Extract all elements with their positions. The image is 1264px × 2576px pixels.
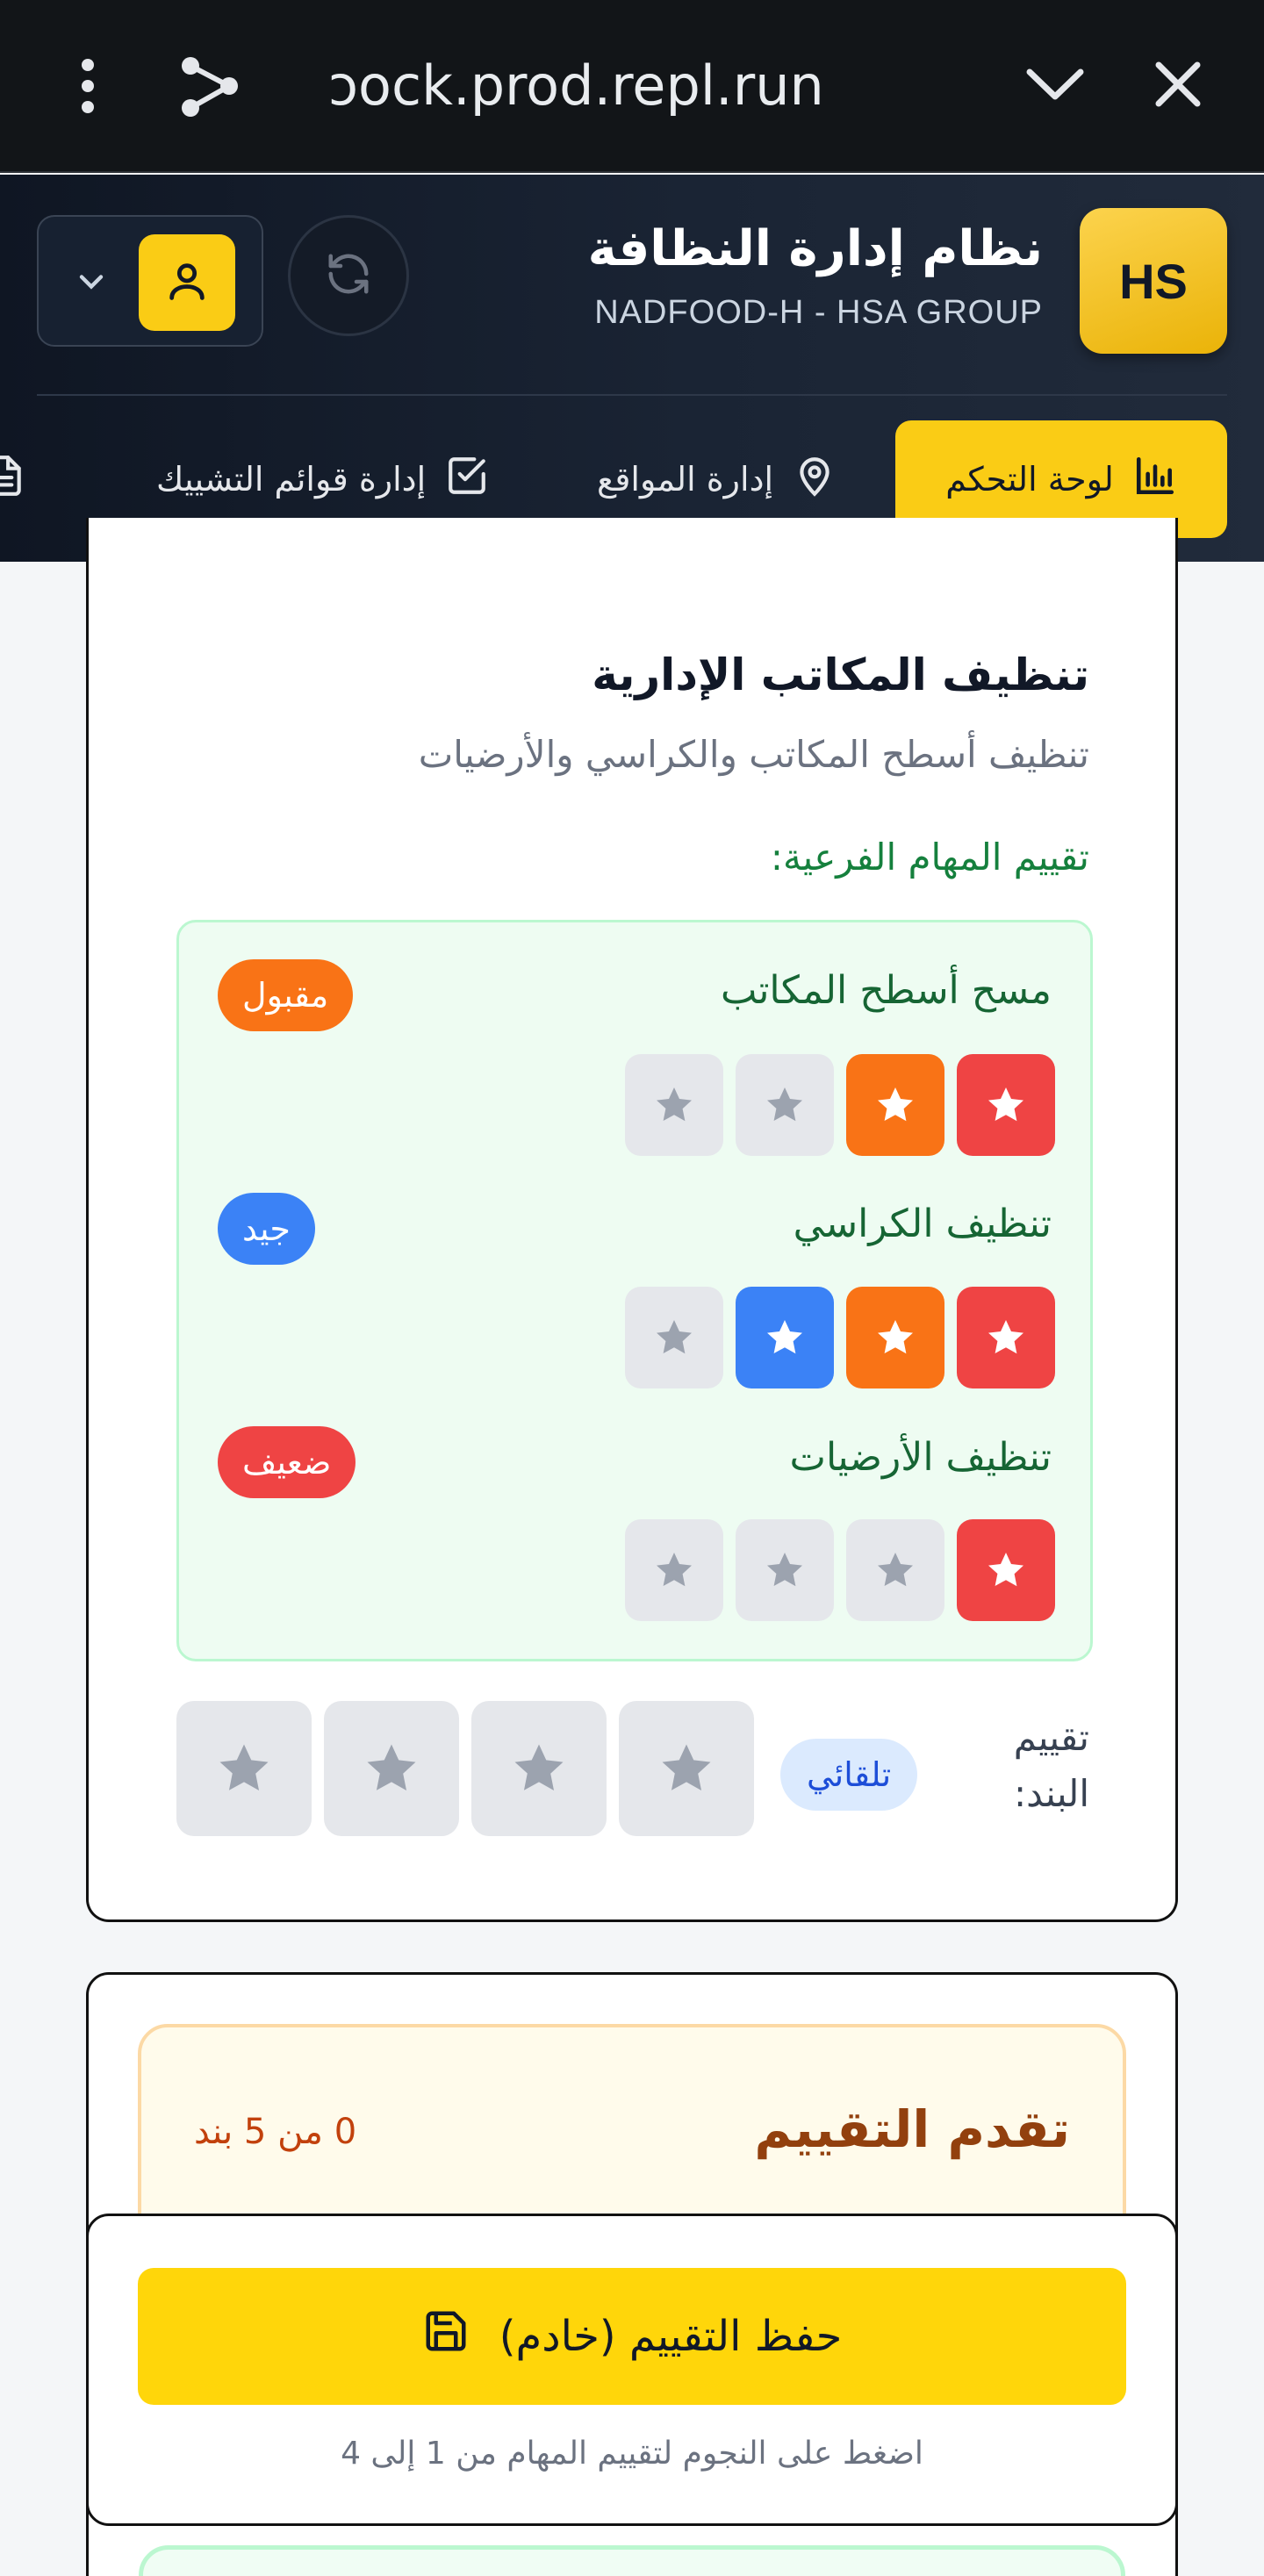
item-star-rating — [176, 1701, 754, 1836]
refresh-button[interactable] — [288, 215, 409, 336]
item-rating-label: تقييم البند: — [1013, 1716, 1089, 1815]
star-rating-button[interactable] — [736, 1054, 834, 1156]
subtask-name: تنظيف الكراسي — [793, 1202, 1052, 1246]
subtasks-heading: تقييم المهام الفرعية: — [770, 836, 1089, 879]
address-bar-url[interactable]: ɔock.prod.repl.run — [328, 42, 855, 130]
subtask-name: تنظيف الأرضيات — [789, 1435, 1052, 1480]
chevron-down-icon[interactable] — [1023, 58, 1087, 111]
tab-reports[interactable] — [0, 420, 61, 538]
save-button[interactable]: حفظ التقييم (خادم) — [138, 2268, 1126, 2405]
star-rating-button[interactable] — [846, 1519, 944, 1621]
star-rating-button[interactable] — [957, 1054, 1055, 1156]
subtask-star-rating — [625, 1054, 1055, 1156]
star-rating-button[interactable] — [625, 1054, 723, 1156]
map-pin-icon — [793, 454, 837, 506]
star-rating-button[interactable] — [736, 1519, 834, 1621]
subtask-star-rating — [625, 1519, 1055, 1621]
star-rating-button[interactable] — [176, 1701, 312, 1836]
star-rating-button[interactable] — [625, 1519, 723, 1621]
task-description: تنظيف أسطح المكاتب والكراسي والأرضيات — [418, 733, 1089, 776]
header-divider — [37, 394, 1227, 396]
progress-title: تقدم التقييم — [754, 2099, 1070, 2159]
star-rating-button[interactable] — [957, 1287, 1055, 1388]
save-hint: اضغط على النجوم لتقييم المهام من 1 إلى 4 — [341, 2436, 923, 2472]
star-rating-button[interactable] — [471, 1701, 607, 1836]
status-badge: جيد — [218, 1193, 315, 1265]
bar-chart-icon — [1133, 454, 1177, 506]
subtask-star-rating — [625, 1287, 1055, 1388]
star-rating-button[interactable] — [957, 1519, 1055, 1621]
save-icon — [422, 2307, 470, 2365]
tab-checklists-label: إدارة قوائم التشييك — [156, 460, 427, 499]
task-card: تنظيف المكاتب الإدارية تنظيف أسطح المكات… — [86, 518, 1178, 1922]
share-icon[interactable] — [172, 49, 246, 123]
app-header: HS نظام إدارة النظافة NADFOOD-H - HSA GR… — [0, 175, 1264, 562]
document-icon — [0, 454, 26, 506]
subtasks-panel: مسح أسطح المكاتب مقبول تنظيف الكراسي جيد… — [176, 920, 1093, 1661]
user-avatar-button[interactable] — [139, 234, 235, 331]
app-logo: HS — [1080, 208, 1227, 354]
star-rating-button[interactable] — [736, 1287, 834, 1388]
user-icon — [164, 258, 210, 307]
status-badge: ضعيف — [218, 1426, 356, 1498]
star-rating-button[interactable] — [625, 1287, 723, 1388]
chevron-down-icon — [72, 262, 111, 305]
star-rating-button[interactable] — [846, 1054, 944, 1156]
close-icon[interactable] — [1152, 56, 1204, 112]
checkbox-icon — [445, 454, 489, 506]
subtask-name: مسح أسطح المكاتب — [720, 968, 1052, 1013]
star-rating-button[interactable] — [846, 1287, 944, 1388]
refresh-icon — [325, 250, 372, 301]
browser-toolbar: ɔock.prod.repl.run — [0, 0, 1264, 173]
more-vertical-icon[interactable] — [61, 53, 114, 119]
app-subtitle: NADFOOD-H - HSA GROUP — [594, 294, 1043, 331]
star-rating-button[interactable] — [619, 1701, 754, 1836]
progress-count: 0 من 5 بند — [194, 2112, 357, 2152]
user-menu[interactable] — [37, 215, 263, 347]
tab-sites-label: إدارة المواقع — [597, 460, 774, 499]
save-panel: حفظ التقييم (خادم) اضغط على النجوم لتقيي… — [86, 2214, 1178, 2526]
status-badge: مقبول — [218, 959, 354, 1031]
tab-dashboard-label: لوحة التحكم — [945, 460, 1114, 499]
task-title: تنظيف المكاتب الإدارية — [592, 649, 1089, 700]
app-title: نظام إدارة النظافة — [587, 220, 1043, 277]
auto-badge: تلقائي — [780, 1739, 918, 1811]
star-rating-button[interactable] — [324, 1701, 459, 1836]
save-button-label: حفظ التقييم (خادم) — [499, 2312, 843, 2361]
next-section-edge — [139, 2545, 1125, 2576]
